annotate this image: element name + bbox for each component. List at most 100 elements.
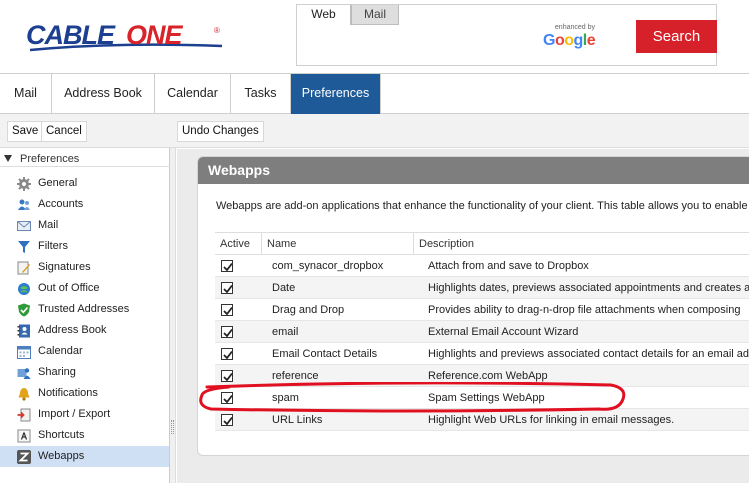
search-widget: Web Mail enhanced by Google Search: [296, 4, 717, 66]
table-row: email External Email Account Wizard: [215, 321, 749, 343]
webapp-name: com_synacor_dropbox: [272, 260, 384, 272]
sidebar-item-label: Address Book: [38, 324, 107, 336]
tab-calendar[interactable]: Calendar: [155, 74, 231, 114]
webapp-name: email: [272, 326, 299, 338]
webapps-icon: [17, 450, 31, 464]
filter-icon: [18, 241, 30, 253]
search-button[interactable]: Search: [636, 20, 717, 53]
logo-text-cable: CABLE: [26, 20, 115, 50]
toolbar: Save Cancel Undo Changes: [0, 114, 749, 148]
sidebar-item-accounts[interactable]: Accounts: [0, 194, 169, 215]
check-icon: [223, 262, 233, 272]
sidebar-item-shortcuts[interactable]: Shortcuts: [0, 425, 169, 446]
resize-grip-icon[interactable]: [171, 420, 174, 434]
table-header: Active Name Description: [215, 232, 749, 255]
active-checkbox[interactable]: [221, 370, 233, 382]
sidebar-resize-handle[interactable]: [170, 148, 176, 483]
active-checkbox[interactable]: [221, 260, 233, 272]
out-of-office-icon: [18, 283, 30, 295]
check-icon: [223, 306, 233, 316]
sidebar-item-out-of-office[interactable]: Out of Office: [0, 278, 169, 299]
sidebar-item-mail[interactable]: Mail: [0, 215, 169, 236]
sidebar-item-general[interactable]: General: [0, 173, 169, 194]
collapse-triangle-icon[interactable]: [4, 155, 12, 162]
cable-one-logo[interactable]: CABLE ONE ®: [26, 16, 226, 56]
import-export-icon: [17, 408, 31, 422]
signature-icon: [17, 261, 30, 275]
webapp-description: Highlights and previews associated conta…: [428, 348, 749, 360]
sidebar-item-label: Notifications: [38, 387, 98, 399]
active-checkbox[interactable]: [221, 348, 233, 360]
webapp-name: Date: [272, 282, 296, 294]
tab-tasks[interactable]: Tasks: [231, 74, 291, 114]
sidebar-item-label: Calendar: [38, 345, 83, 357]
sidebar-item-signatures[interactable]: Signatures: [0, 257, 169, 278]
sidebar-item-filters[interactable]: Filters: [0, 236, 169, 257]
tab-address-book[interactable]: Address Book: [52, 74, 155, 114]
webapp-description: Attach from and save to Dropbox: [428, 260, 589, 272]
sidebar-item-sharing[interactable]: Sharing: [0, 362, 169, 383]
table-row: Drag and Drop Provides ability to drag-n…: [215, 299, 749, 321]
sidebar-header-label: Preferences: [20, 153, 80, 165]
sidebar-item-label: Mail: [38, 219, 59, 231]
sidebar-item-notifications[interactable]: Notifications: [0, 383, 169, 404]
logo-text-one: ONE: [126, 20, 183, 50]
preferences-sidebar: Preferences General Accounts Mail Filter…: [0, 148, 170, 483]
panel-title: Webapps: [198, 157, 749, 184]
check-icon: [223, 350, 233, 360]
cancel-button[interactable]: Cancel: [41, 121, 87, 142]
table-row: Date Highlights dates, previews associat…: [215, 277, 749, 299]
app-tab-bar: Mail Address Book Calendar Tasks Prefere…: [0, 73, 749, 114]
panel-description: Webapps are add-on applications that enh…: [216, 200, 748, 212]
save-button[interactable]: Save: [7, 121, 44, 142]
webapp-name: Email Contact Details: [272, 348, 378, 360]
webapp-description: Highlights dates, previews associated ap…: [428, 282, 749, 294]
sidebar-item-label: Sharing: [38, 366, 76, 378]
sidebar-item-trusted-addresses[interactable]: Trusted Addresses: [0, 299, 169, 320]
check-icon: [223, 416, 233, 426]
sidebar-item-calendar[interactable]: Calendar: [0, 341, 169, 362]
highlight-annotation: [199, 382, 626, 413]
active-checkbox[interactable]: [221, 282, 233, 294]
sidebar-item-label: Trusted Addresses: [38, 303, 130, 315]
webapp-name: Drag and Drop: [272, 304, 345, 316]
active-checkbox[interactable]: [221, 414, 233, 426]
search-tab-web[interactable]: Web: [297, 5, 351, 25]
search-input[interactable]: [301, 29, 537, 59]
check-icon: [223, 328, 233, 338]
tab-mail[interactable]: Mail: [0, 74, 52, 114]
google-wordmark: Google: [543, 32, 596, 49]
tab-preferences[interactable]: Preferences: [291, 74, 381, 114]
undo-changes-button[interactable]: Undo Changes: [177, 121, 264, 142]
sidebar-item-address-book[interactable]: Address Book: [0, 320, 169, 341]
sidebar-item-label: Webapps: [38, 450, 85, 462]
table-row: Email Contact Details Highlights and pre…: [215, 343, 749, 365]
sidebar-header[interactable]: Preferences: [4, 153, 79, 165]
active-checkbox[interactable]: [221, 304, 233, 316]
sidebar-item-label: Signatures: [38, 261, 91, 273]
webapp-description: External Email Account Wizard: [428, 326, 579, 338]
sidebar-item-webapps[interactable]: Webapps: [0, 446, 169, 467]
active-checkbox[interactable]: [221, 326, 233, 338]
webapp-description: Provides ability to drag-n-drop file att…: [428, 304, 741, 316]
sidebar-item-import-export[interactable]: Import / Export: [0, 404, 169, 425]
mail-icon: [17, 221, 31, 231]
accounts-icon: [18, 199, 30, 210]
column-header-active[interactable]: Active: [215, 233, 262, 255]
column-header-description[interactable]: Description: [414, 233, 749, 255]
divider: [0, 166, 170, 167]
search-tab-mail[interactable]: Mail: [351, 5, 399, 25]
bell-icon: [18, 388, 30, 401]
check-icon: [223, 284, 233, 294]
shortcuts-icon: [17, 429, 31, 443]
column-header-name[interactable]: Name: [262, 233, 414, 255]
sidebar-item-label: Accounts: [38, 198, 84, 210]
address-book-icon: [17, 324, 30, 338]
logo-trademark: ®: [214, 26, 220, 35]
google-logo: enhanced by Google: [543, 23, 596, 49]
sidebar-item-label: Filters: [38, 240, 68, 252]
sidebar-item-label: General: [38, 177, 78, 189]
sharing-icon: [17, 368, 31, 379]
sidebar-item-label: Out of Office: [38, 282, 100, 294]
shield-icon: [18, 303, 30, 317]
